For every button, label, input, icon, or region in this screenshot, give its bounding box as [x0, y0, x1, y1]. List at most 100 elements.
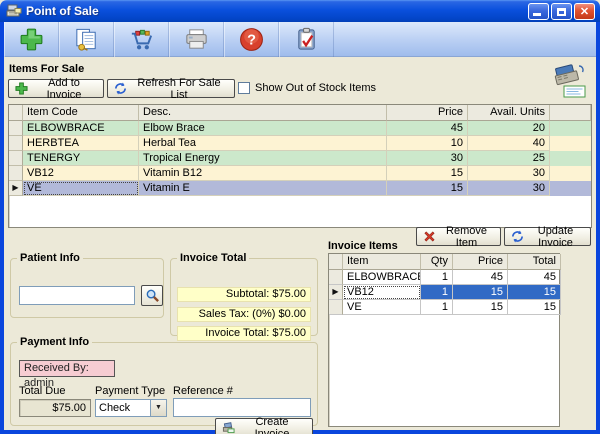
payment-type-label: Payment Type — [95, 385, 165, 397]
create-invoice-button[interactable]: Create Invoice — [215, 418, 313, 434]
cell-price[interactable]: 30 — [387, 151, 468, 166]
cell-price[interactable]: 45 — [453, 270, 508, 285]
cell-price[interactable]: 15 — [453, 285, 508, 300]
table-row[interactable]: ELBOWBRACE Elbow Brace 45 20 — [9, 121, 591, 136]
table-row[interactable]: VE 1 15 15 — [329, 300, 559, 315]
column-header-qty[interactable]: Qty — [421, 254, 453, 270]
column-header-item[interactable]: Item — [343, 254, 421, 270]
grid-header-row: Item Code Desc. Price Avail. Units — [9, 105, 591, 121]
shopping-cart-button[interactable] — [114, 22, 169, 57]
column-header-price[interactable]: Price — [453, 254, 508, 270]
clipboard-check-icon — [293, 26, 320, 53]
cell-qty[interactable]: 1 — [421, 285, 453, 300]
show-out-of-stock-checkbox[interactable] — [238, 82, 250, 94]
help-button[interactable]: ? — [224, 22, 279, 57]
patient-search-button[interactable] — [141, 285, 163, 306]
payment-type-dropdown[interactable]: Check ▼ — [95, 399, 167, 417]
patient-search-input[interactable] — [19, 286, 135, 305]
register-terminal-icon — [548, 60, 590, 100]
column-header-avail-units[interactable]: Avail. Units — [468, 105, 550, 121]
cell-avail-units[interactable]: 30 — [468, 166, 550, 181]
cell-item-code[interactable]: TENERGY — [23, 151, 139, 166]
refresh-icon — [114, 82, 127, 95]
remove-item-button[interactable]: Remove Item — [416, 227, 501, 246]
cell-desc[interactable]: Tropical Energy — [139, 151, 387, 166]
app-register-icon — [6, 3, 22, 19]
show-out-of-stock-label: Show Out of Stock Items — [255, 82, 376, 94]
row-selector[interactable] — [9, 121, 23, 136]
cell-item-code[interactable]: HERBTEA — [23, 136, 139, 151]
cell-total[interactable]: 15 — [508, 300, 561, 315]
column-header-desc[interactable]: Desc. — [139, 105, 387, 121]
cell-price[interactable]: 15 — [387, 166, 468, 181]
row-selector[interactable] — [9, 136, 23, 151]
cell-price[interactable]: 15 — [453, 300, 508, 315]
cell-item[interactable]: VB12 — [343, 285, 421, 300]
new-item-button[interactable] — [4, 22, 59, 57]
maximize-button[interactable] — [551, 3, 572, 20]
minimize-button[interactable] — [528, 3, 549, 20]
create-invoice-label: Create Invoice — [240, 416, 312, 434]
close-button[interactable]: ✕ — [574, 3, 595, 20]
patient-info-group: Patient Info — [10, 252, 164, 318]
items-for-sale-title: Items For Sale — [9, 63, 84, 75]
reference-input[interactable] — [173, 398, 311, 417]
cell-total[interactable]: 45 — [508, 270, 561, 285]
table-row[interactable]: VB12 Vitamin B12 15 30 — [9, 166, 591, 181]
cell-qty[interactable]: 1 — [421, 300, 453, 315]
row-selector[interactable] — [9, 166, 23, 181]
column-header-item-code[interactable]: Item Code — [23, 105, 139, 121]
create-invoice-toolbar-button[interactable] — [279, 22, 334, 57]
cell-desc[interactable]: Vitamin B12 — [139, 166, 387, 181]
print-button[interactable] — [169, 22, 224, 57]
table-row[interactable]: ELBOWBRACE 1 45 45 — [329, 270, 559, 285]
shopping-cart-icon — [128, 26, 155, 53]
row-filler — [550, 151, 591, 166]
refresh-for-sale-list-button[interactable]: Refresh For Sale List — [107, 79, 235, 98]
title-bar[interactable]: Point of Sale ✕ — [0, 0, 600, 22]
table-row[interactable]: HERBTEA Herbal Tea 10 40 — [9, 136, 591, 151]
cell-item-code[interactable]: VE — [23, 181, 139, 196]
items-for-sale-grid: Item Code Desc. Price Avail. Units ELBOW… — [8, 104, 592, 228]
reference-label: Reference # — [173, 385, 233, 397]
cell-total[interactable]: 15 — [508, 285, 561, 300]
red-x-icon — [423, 230, 436, 243]
row-selector[interactable] — [329, 270, 343, 285]
cell-price[interactable]: 10 — [387, 136, 468, 151]
update-invoice-button[interactable]: Update Invoice — [504, 227, 591, 246]
invoice-items-grid: Item Qty Price Total ELBOWBRACE 1 45 45 … — [328, 253, 560, 427]
header-filler — [550, 105, 591, 121]
help-icon: ? — [238, 26, 265, 53]
cell-avail-units[interactable]: 30 — [468, 181, 550, 196]
row-selector[interactable] — [9, 151, 23, 166]
row-selector[interactable] — [329, 300, 343, 315]
cell-desc[interactable]: Herbal Tea — [139, 136, 387, 151]
invoice-list-button[interactable] — [59, 22, 114, 57]
column-header-price[interactable]: Price — [387, 105, 468, 121]
row-filler — [550, 181, 591, 196]
cell-item[interactable]: VE — [343, 300, 421, 315]
column-header-total[interactable]: Total — [508, 254, 561, 270]
current-row-marker[interactable]: ▶ — [9, 181, 23, 196]
cell-item[interactable]: ELBOWBRACE — [343, 270, 421, 285]
cell-desc[interactable]: Vitamin E — [139, 181, 387, 196]
table-row-selected[interactable]: ▶ VB12 1 15 15 — [329, 285, 559, 300]
cell-avail-units[interactable]: 20 — [468, 121, 550, 136]
close-icon: ✕ — [575, 4, 594, 19]
plus-icon — [18, 26, 45, 53]
printer-icon — [183, 26, 210, 53]
cell-avail-units[interactable]: 25 — [468, 151, 550, 166]
cell-item-code[interactable]: VB12 — [23, 166, 139, 181]
add-to-invoice-button[interactable]: Add to Invoice — [8, 79, 104, 98]
table-row-selected[interactable]: ▶ VE Vitamin E 15 30 — [9, 181, 591, 196]
cell-desc[interactable]: Elbow Brace — [139, 121, 387, 136]
cell-item-code[interactable]: ELBOWBRACE — [23, 121, 139, 136]
cell-qty[interactable]: 1 — [421, 270, 453, 285]
chevron-down-icon[interactable]: ▼ — [150, 400, 166, 416]
cell-price[interactable]: 15 — [387, 181, 468, 196]
grid-header-row: Item Qty Price Total — [329, 254, 559, 270]
cell-avail-units[interactable]: 40 — [468, 136, 550, 151]
cell-price[interactable]: 45 — [387, 121, 468, 136]
table-row[interactable]: TENERGY Tropical Energy 30 25 — [9, 151, 591, 166]
current-row-marker[interactable]: ▶ — [329, 285, 343, 300]
